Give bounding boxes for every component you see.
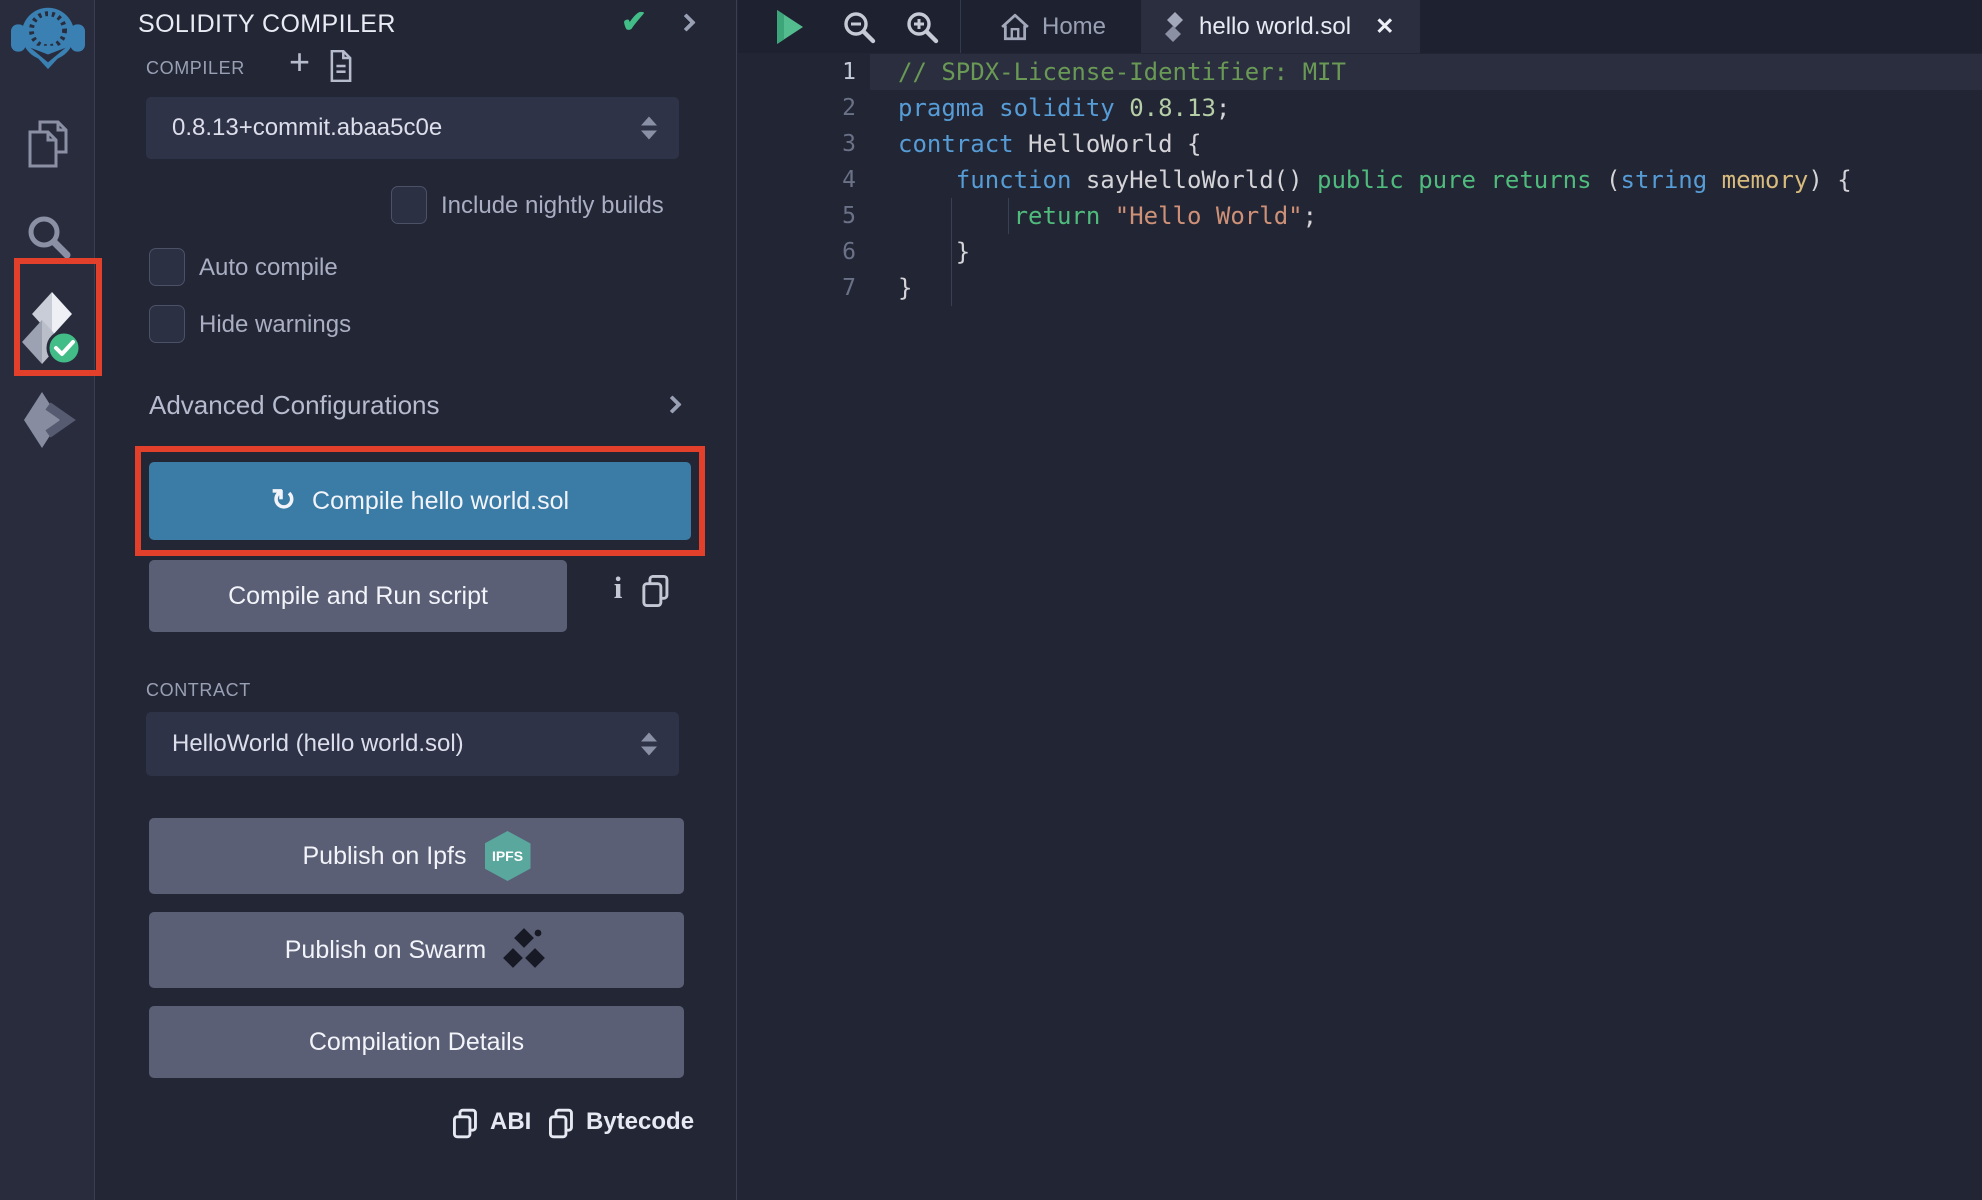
tab-home-label: Home [1042, 13, 1106, 41]
publish-ipfs-label: Publish on Ipfs [303, 842, 467, 871]
line-number: 4 [738, 162, 856, 198]
line-number: 2 [738, 90, 856, 126]
include-nightly-checkbox[interactable] [391, 186, 427, 224]
select-arrows-icon [641, 117, 657, 140]
editor-tab-bar: Home hello world.sol ✕ [738, 0, 1982, 53]
home-icon [1000, 13, 1030, 41]
indent-guide [1008, 198, 1009, 234]
refresh-icon: ↻ [271, 486, 296, 516]
code-line-2[interactable]: 2 pragma solidity 0.8.13; [738, 90, 1982, 126]
code-text: } [898, 270, 912, 306]
compiler-version-value: 0.8.13+commit.abaa5c0e [172, 114, 442, 142]
remix-logo-icon [11, 4, 85, 70]
tab-separator [960, 0, 961, 53]
advanced-configurations-toggle[interactable]: Advanced Configurations [149, 390, 440, 421]
copy-abi-icon[interactable] [452, 1108, 479, 1139]
line-number: 5 [738, 198, 856, 234]
copy-script-icon[interactable] [641, 574, 671, 608]
hide-warnings-checkbox[interactable] [149, 305, 185, 343]
copy-bytecode-icon[interactable] [548, 1108, 575, 1139]
zoom-in-icon[interactable] [905, 10, 939, 44]
code-text: function sayHelloWorld() public pure ret… [898, 162, 1852, 198]
tab-home[interactable]: Home [968, 0, 1141, 53]
code-line-6[interactable]: 6 } [738, 234, 1982, 270]
solidity-compiler-icon [14, 290, 82, 368]
include-nightly-label: Include nightly builds [441, 192, 664, 220]
sidebar-item-file-explorer[interactable] [0, 118, 95, 170]
code-line-5[interactable]: 5 return "Hello World"; [738, 198, 1982, 234]
code-line-4[interactable]: 4 function sayHelloWorld() public pure r… [738, 162, 1982, 198]
compiler-version-select[interactable]: 0.8.13+commit.abaa5c0e [146, 97, 679, 159]
info-icon[interactable]: i [601, 570, 635, 606]
compile-and-run-button[interactable]: Compile and Run script [149, 560, 567, 632]
compile-button[interactable]: ↻ Compile hello world.sol [149, 462, 691, 540]
code-text: // SPDX-License-Identifier: MIT [898, 54, 1346, 90]
deploy-run-ethereum-icon [20, 390, 76, 450]
line-number: 3 [738, 126, 856, 162]
hide-warnings-label: Hide warnings [199, 311, 351, 339]
contract-section-label: CONTRACT [146, 680, 251, 701]
swarm-cubes-icon [502, 927, 548, 973]
compiler-section-label: COMPILER [146, 58, 245, 79]
code-text: pragma solidity 0.8.13; [898, 90, 1230, 126]
compile-and-run-label: Compile and Run script [228, 582, 488, 611]
select-arrows-icon [641, 733, 657, 756]
compilation-details-label: Compilation Details [309, 1028, 524, 1057]
file-document-icon[interactable] [328, 50, 354, 82]
publish-swarm-label: Publish on Swarm [285, 936, 486, 965]
contract-select[interactable]: HelloWorld (hello world.sol) [146, 712, 679, 776]
code-text: return "Hello World"; [898, 198, 1317, 234]
sidebar-item-search[interactable] [0, 212, 95, 260]
line-number: 6 [738, 234, 856, 270]
add-compiler-icon[interactable]: + [289, 44, 310, 80]
line-number: 7 [738, 270, 856, 306]
indent-guide [951, 198, 952, 306]
tab-hello-world-sol[interactable]: hello world.sol ✕ [1141, 0, 1420, 53]
file-explorer-icon [23, 118, 73, 170]
panel-chevron-right-icon[interactable] [677, 13, 695, 31]
code-line-1[interactable]: 1 // SPDX-License-Identifier: MIT [738, 54, 1982, 90]
ipfs-badge-icon: IPFS [485, 831, 531, 881]
sidebar-item-solidity-compiler[interactable] [0, 290, 95, 368]
abi-button[interactable]: ABI [490, 1108, 531, 1136]
advanced-chevron-right-icon[interactable] [663, 395, 681, 413]
zoom-out-icon[interactable] [842, 10, 876, 44]
compilation-details-button[interactable]: Compilation Details [149, 1006, 684, 1078]
code-text: } [898, 234, 970, 270]
code-text: contract HelloWorld { [898, 126, 1201, 162]
auto-compile-checkbox[interactable] [149, 248, 185, 286]
compile-button-label: Compile hello world.sol [312, 487, 569, 516]
code-line-3[interactable]: 3 contract HelloWorld { [738, 126, 1982, 162]
vertical-icon-strip [0, 0, 95, 1200]
run-script-play-button[interactable] [775, 9, 805, 45]
code-line-7[interactable]: 7} [738, 270, 1982, 306]
tab-hello-world-label: hello world.sol [1199, 13, 1351, 41]
panel-title: SOLIDITY COMPILER [138, 10, 396, 39]
sidebar-item-deploy-and-run[interactable] [0, 390, 95, 450]
code-area[interactable]: 1 // SPDX-License-Identifier: MIT 2 pragma … [738, 53, 1982, 1200]
search-icon [24, 212, 72, 260]
publish-swarm-button[interactable]: Publish on Swarm [149, 912, 684, 988]
tab-close-icon[interactable]: ✕ [1375, 13, 1394, 40]
contract-select-value: HelloWorld (hello world.sol) [172, 730, 464, 758]
remix-logo[interactable] [0, 4, 95, 70]
code-editor-region: Home hello world.sol ✕ 1 // SPDX-License-… [738, 0, 1982, 1200]
compile-success-check-icon: ✔ [621, 4, 647, 40]
remix-ide-window: SOLIDITY COMPILER ✔ COMPILER + 0.8.13+co… [0, 0, 1982, 1200]
line-number: 1 [738, 54, 856, 90]
publish-ipfs-button[interactable]: Publish on Ipfs IPFS [149, 818, 684, 894]
solidity-file-icon [1163, 12, 1185, 42]
solidity-compiler-panel: SOLIDITY COMPILER ✔ COMPILER + 0.8.13+co… [96, 0, 737, 1200]
auto-compile-label: Auto compile [199, 254, 338, 282]
bytecode-button[interactable]: Bytecode [586, 1108, 694, 1136]
